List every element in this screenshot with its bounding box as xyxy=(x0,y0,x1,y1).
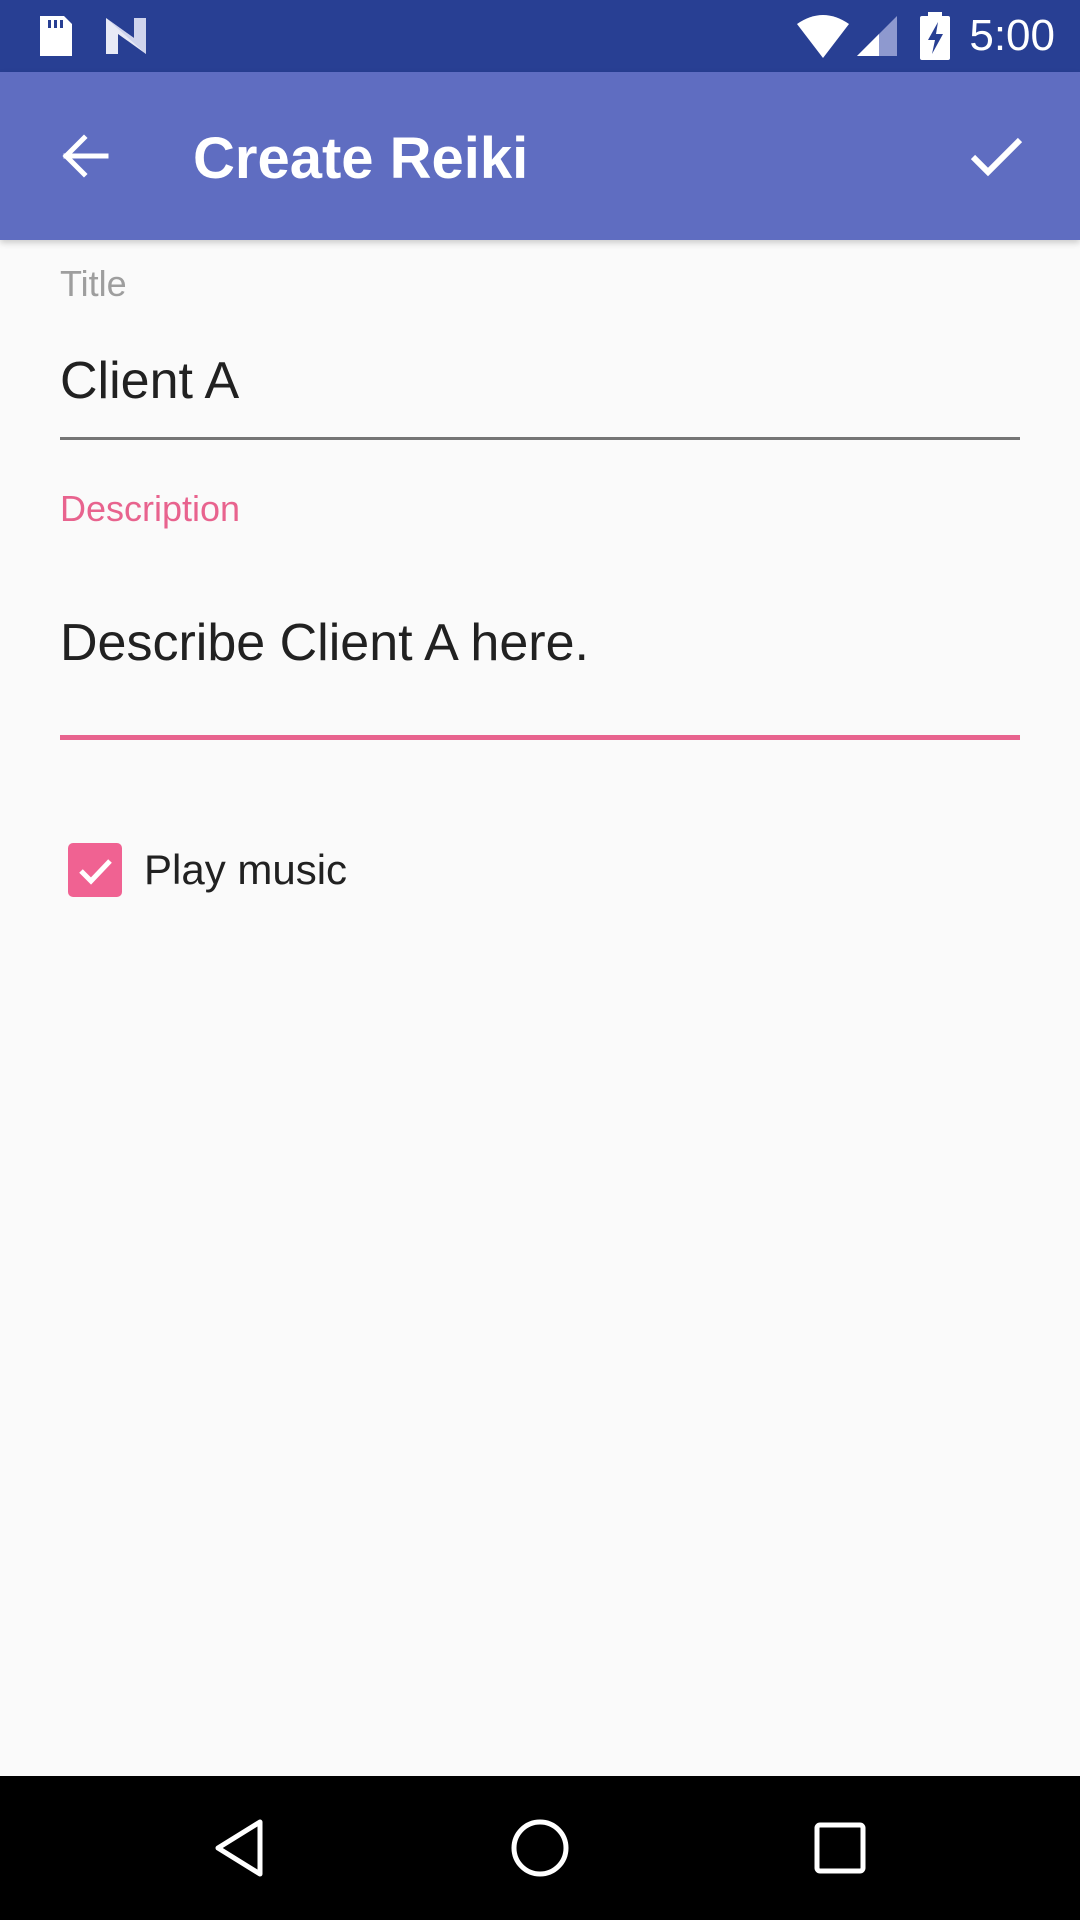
back-button[interactable] xyxy=(36,108,132,204)
home-circle-icon xyxy=(511,1819,569,1877)
n-notification-icon xyxy=(102,12,150,60)
nav-home-button[interactable] xyxy=(490,1798,590,1898)
signal-icon xyxy=(853,12,901,60)
nav-recents-button[interactable] xyxy=(790,1798,890,1898)
title-field[interactable] xyxy=(60,350,1020,412)
status-time: 5:00 xyxy=(969,11,1055,60)
play-music-checkbox-row[interactable]: Play music xyxy=(68,842,347,898)
navigation-bar xyxy=(0,1776,1080,1920)
app-bar: Create Reiki xyxy=(0,72,1080,240)
play-music-checkbox[interactable] xyxy=(68,843,122,897)
description-field-underline xyxy=(60,735,1020,740)
screen: 5:00 Create Reiki Title Description Play… xyxy=(0,0,1080,1920)
page-title: Create Reiki xyxy=(193,126,529,191)
back-triangle-icon xyxy=(215,1819,263,1877)
save-button[interactable] xyxy=(948,108,1044,204)
battery-charging-icon xyxy=(918,12,952,60)
title-field-label: Title xyxy=(60,263,127,304)
play-music-label: Play music xyxy=(144,846,348,893)
title-field-underline xyxy=(60,437,1020,440)
sd-card-icon xyxy=(30,12,78,60)
description-field[interactable] xyxy=(60,612,1020,674)
check-icon xyxy=(970,137,1023,177)
wifi-icon xyxy=(795,12,851,60)
nav-back-button[interactable] xyxy=(190,1798,290,1898)
arrow-back-icon xyxy=(62,134,109,178)
status-bar: 5:00 xyxy=(0,0,1080,72)
description-field-label: Description xyxy=(60,488,241,529)
checkmark-icon xyxy=(79,859,112,885)
recents-square-icon xyxy=(814,1822,866,1874)
